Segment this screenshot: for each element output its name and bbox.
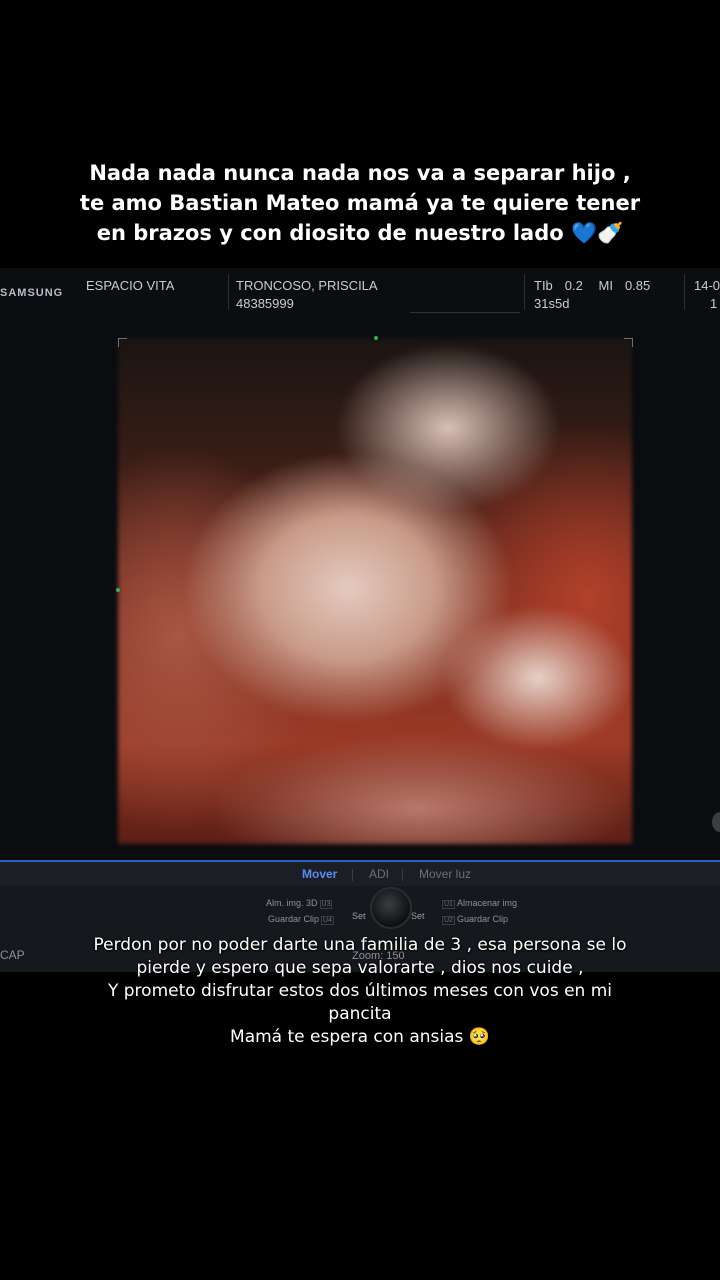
tab-adi[interactable]: ADI — [369, 867, 389, 881]
roi-corner-icon — [118, 338, 127, 347]
caption-top-line2: te amo Bastian Mateo mamá ya te quiere t… — [79, 191, 641, 215]
patient-info: TRONCOSO, PRISCILA 48385999 — [236, 277, 378, 313]
patient-id: 48385999 — [236, 296, 294, 311]
caption-bottom: Perdon por no poder darte una familia de… — [40, 934, 680, 1049]
header-divider — [524, 274, 525, 310]
mi-value: 0.85 — [624, 278, 651, 293]
gestation-age: 31s5d — [534, 296, 570, 311]
set-right-button[interactable]: Set — [411, 911, 425, 921]
brand-logo: SAMSUNG — [0, 287, 64, 299]
side-marker-icon — [116, 588, 120, 592]
center-marker-icon — [374, 336, 378, 340]
extra-info: 14-0 1 — [694, 277, 720, 313]
cap-label: CAP — [0, 948, 25, 962]
guardar-clip-right-label: Guardar Clip — [456, 914, 508, 924]
almacenar-img-label: Almacenar img — [456, 898, 517, 908]
header-line — [410, 312, 520, 313]
alm-img-3d-button[interactable]: Alm. img. 3D U3 — [266, 898, 334, 909]
clinic-name: ESPACIO VITA — [86, 278, 175, 293]
scan-params: TIb 0.2 MI 0.85 31s5d — [534, 277, 662, 313]
alm-img-3d-label: Alm. img. 3D — [266, 898, 318, 908]
ultrasound-header: SAMSUNG ESPACIO VITA TRONCOSO, PRISCILA … — [0, 268, 720, 318]
caption-top: Nada nada nunca nada nos va a separar hi… — [40, 158, 680, 248]
patient-name: TRONCOSO, PRISCILA — [236, 278, 378, 293]
trackball-knob-icon[interactable] — [370, 887, 412, 929]
almacenar-img-button[interactable]: U1 Almacenar img — [440, 898, 517, 909]
key-chip: U3 — [319, 900, 333, 909]
caption-top-line1: Nada nada nunca nada nos va a separar hi… — [89, 161, 631, 185]
key-chip: U4 — [321, 916, 334, 925]
tab-mover-luz[interactable]: Mover luz — [419, 867, 471, 881]
guardar-clip-left-button[interactable]: Guardar Clip U4 — [268, 914, 336, 925]
caption-top-line3: en brazos y con diosito de nuestro lado … — [96, 221, 624, 245]
key-chip: U1 — [442, 900, 455, 909]
extra-bottom: 1 — [710, 296, 718, 311]
caption-bottom-line2: pierde y espero que sepa valorarte , dio… — [136, 958, 584, 978]
set-left-button[interactable]: Set — [352, 911, 366, 921]
key-chip: U2 — [442, 916, 455, 925]
roi-corner-icon — [624, 338, 633, 347]
tab-mover[interactable]: Mover — [302, 867, 337, 881]
extra-top: 14-0 — [694, 278, 720, 293]
guardar-clip-left-label: Guardar Clip — [268, 914, 320, 924]
header-divider — [684, 274, 685, 310]
caption-bottom-line4: pancita — [328, 1004, 392, 1024]
tab-divider — [352, 869, 353, 881]
tab-divider — [402, 869, 403, 881]
ultrasound-3d-image — [118, 338, 632, 844]
caption-bottom-line5: Mamá te espera con ansias 🥺 — [230, 1027, 490, 1047]
tib-label: TIb — [534, 278, 553, 293]
tib-value: 0.2 — [564, 278, 583, 293]
guardar-clip-right-button[interactable]: U2 Guardar Clip — [440, 914, 508, 925]
tabs: Mover ADI Mover luz — [0, 862, 720, 886]
mi-label: MI — [598, 278, 613, 293]
caption-bottom-line3: Y prometo disfrutar estos dos últimos me… — [107, 981, 613, 1001]
header-divider — [228, 274, 229, 310]
caption-bottom-line1: Perdon por no poder darte una familia de… — [93, 935, 627, 955]
